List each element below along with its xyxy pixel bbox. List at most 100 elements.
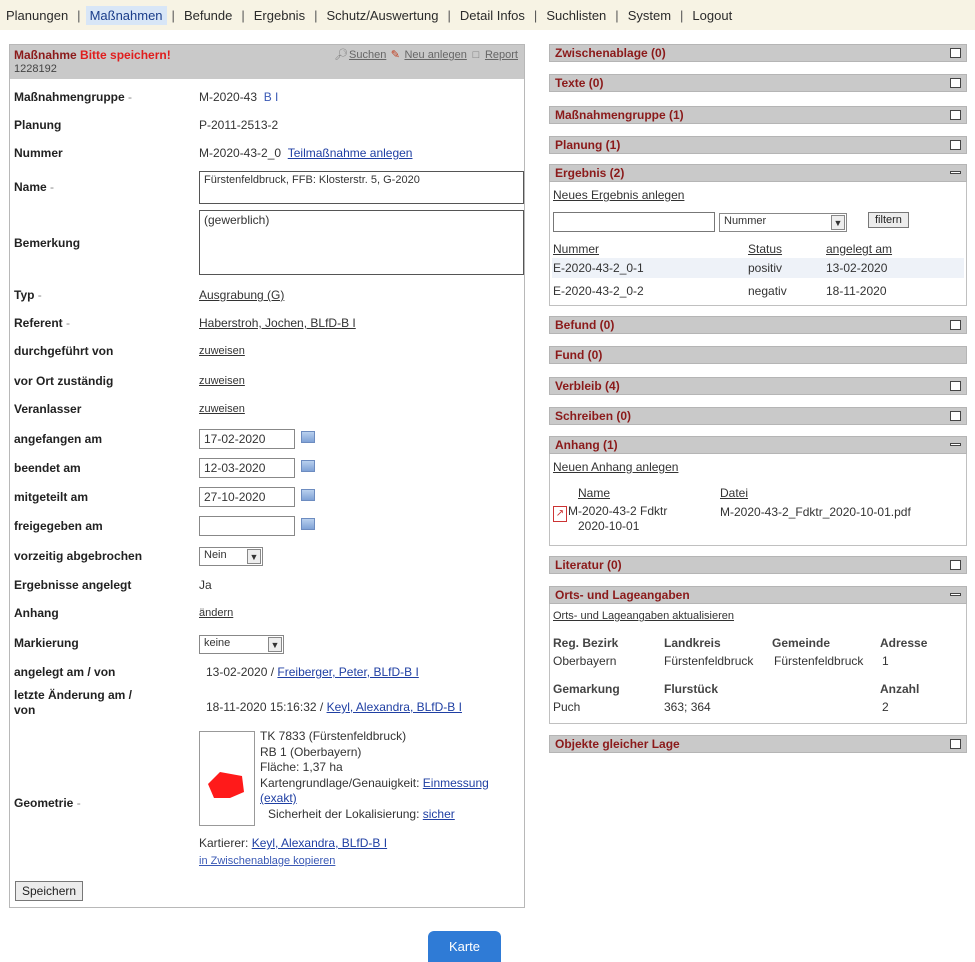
referent-value[interactable]: Haberstroh, Jochen, BLfD-B I (199, 316, 356, 330)
typ-value[interactable]: Ausgrabung (G) (199, 288, 284, 302)
letzte-date: 18-11-2020 15:16:32 / (206, 700, 324, 714)
expand-icon[interactable] (950, 78, 961, 88)
nav-suchlisten[interactable]: Suchlisten (542, 6, 610, 25)
table-row[interactable]: E-2020-43-2_0-1 positiv 13-02-2020 (552, 258, 964, 278)
mitgeteilt-date-input[interactable]: 27-10-2020 (199, 487, 295, 507)
nav-planungen[interactable]: Planungen (2, 6, 72, 25)
panel-befund[interactable]: Befund (0) (549, 316, 967, 334)
teilmassnahme-link[interactable]: Teilmaßnahme anlegen (288, 146, 413, 160)
orts-body: Orts- und Lageangaben aktualisieren Reg.… (549, 604, 967, 724)
panel-ergebnis[interactable]: Ergebnis (2) (549, 164, 967, 182)
bemerkung-field[interactable]: (gewerblich) (199, 210, 524, 275)
top-navigation: Planungen | Maßnahmen | Befunde | Ergebnis |… (0, 0, 975, 30)
row-nummer: Nummer M-2020-43-2_0 Teilmaßnahme anlege… (10, 143, 524, 163)
geo-sicherheit-link[interactable]: sicher (423, 807, 455, 821)
nav-schutz-auswertung[interactable]: Schutz/Auswertung (322, 6, 442, 25)
col-status-header[interactable]: Status (748, 242, 782, 256)
markierung-select[interactable]: keine ▼ (199, 635, 284, 654)
massnahmengruppe-suffix[interactable]: B I (264, 90, 279, 104)
panel-planung[interactable]: Planung (1) (549, 136, 967, 154)
panel-zwischenablage[interactable]: Zwischenablage (0) (549, 44, 967, 62)
geo-karten-link-2[interactable]: (exakt) (260, 791, 297, 805)
label-referent: Referent (14, 316, 63, 330)
anhang-aendern-link[interactable]: ändern (199, 607, 233, 619)
nav-logout[interactable]: Logout (688, 6, 736, 25)
letzte-user-link[interactable]: Keyl, Alexandra, BLfD-B I (327, 700, 462, 714)
collapse-icon[interactable] (950, 171, 961, 174)
beendet-date-input[interactable]: 12-03-2020 (199, 458, 295, 478)
col-datei-header[interactable]: Datei (720, 486, 748, 500)
binoculars-icon: 🔎︎ (333, 49, 348, 61)
expand-icon[interactable] (950, 739, 961, 749)
vorort-zuweisen-link[interactable]: zuweisen (199, 375, 245, 387)
adresse-count-link[interactable]: 1 (882, 654, 889, 668)
report-icon: □ (472, 49, 480, 61)
row-angelegt: angelegt am / von 13-02-2020 / Freiberge… (10, 662, 524, 682)
expand-icon[interactable] (950, 140, 961, 150)
panel-schreiben[interactable]: Schreiben (0) (549, 407, 967, 425)
collapse-icon[interactable] (950, 443, 961, 446)
nav-massnahmen[interactable]: Maßnahmen (85, 5, 167, 25)
geo-karten-link[interactable]: Einmessung (423, 776, 489, 790)
durchgefuehrt-zuweisen-link[interactable]: zuweisen (199, 345, 245, 357)
veranlasser-zuweisen-link[interactable]: zuweisen (199, 403, 245, 415)
panel-objekte-gleicher-lage[interactable]: Objekte gleicher Lage (549, 735, 967, 753)
collapse-icon[interactable] (950, 593, 961, 596)
panel-literatur[interactable]: Literatur (0) (549, 556, 967, 574)
expand-icon[interactable] (950, 320, 961, 330)
angelegt-user-link[interactable]: Freiberger, Peter, BLfD-B I (277, 665, 418, 679)
expand-icon[interactable] (950, 411, 961, 421)
pdf-icon[interactable]: ↗ (553, 506, 567, 522)
panel-verbleib[interactable]: Verbleib (4) (549, 377, 967, 395)
search-link[interactable]: Suchen (349, 49, 386, 61)
calendar-icon[interactable] (301, 460, 315, 472)
nav-befunde[interactable]: Befunde (180, 6, 236, 25)
geometry-thumbnail[interactable] (199, 731, 255, 826)
new-link[interactable]: Neu anlegen (404, 49, 466, 61)
label-ergebnisse: Ergebnisse angelegt (14, 578, 132, 592)
panel-fund[interactable]: Fund (0) (549, 346, 967, 364)
label-vorzeitig: vorzeitig abgebrochen (14, 549, 143, 563)
update-orts-link[interactable]: Orts- und Lageangaben aktualisieren (553, 610, 734, 622)
calendar-icon[interactable] (301, 489, 315, 501)
planung-value: P-2011-2513-2 (199, 118, 279, 132)
copy-to-clipboard-link[interactable]: in Zwischenablage kopieren (199, 855, 335, 867)
label-vorort: vor Ort zuständig (14, 374, 114, 388)
new-ergebnis-link[interactable]: Neues Ergebnis anlegen (553, 188, 684, 202)
anzahl-link[interactable]: 2 (882, 700, 889, 714)
panel-orts-lageangaben[interactable]: Orts- und Lageangaben (549, 586, 967, 604)
anhang-name-link[interactable]: M-2020-43-2 Fdktr 2020-10-01 (568, 504, 667, 534)
calendar-icon[interactable] (301, 518, 315, 530)
panel-texte[interactable]: Texte (0) (549, 74, 967, 92)
save-button[interactable]: Speichern (15, 881, 84, 901)
col-name-header[interactable]: Name (578, 486, 610, 500)
geo-kartierer-link[interactable]: Keyl, Alexandra, BLfD-B I (252, 836, 387, 850)
expand-icon[interactable] (950, 110, 961, 120)
report-link[interactable]: Report (485, 49, 518, 61)
geo-sicherheit-label: Sicherheit der Lokalisierung: (268, 806, 420, 821)
filter-button[interactable]: filtern (868, 212, 909, 228)
expand-icon[interactable] (950, 48, 961, 58)
ergebnis-filter-select[interactable]: Nummer ▼ (719, 213, 847, 232)
nav-detail-infos[interactable]: Detail Infos (456, 6, 529, 25)
expand-icon[interactable] (950, 381, 961, 391)
karte-button[interactable]: Karte (428, 931, 501, 962)
expand-icon[interactable] (950, 560, 961, 570)
new-anhang-link[interactable]: Neuen Anhang anlegen (553, 460, 678, 474)
col-angelegt-header[interactable]: angelegt am (826, 242, 892, 256)
nav-system[interactable]: System (624, 6, 675, 25)
calendar-icon[interactable] (301, 431, 315, 443)
col-nummer-header[interactable]: Nummer (553, 242, 599, 256)
geo-kartierer-label: Kartierer: (199, 836, 249, 850)
table-row[interactable]: E-2020-43-2_0-2 negativ 18-11-2020 (552, 281, 964, 301)
ergebnis-filter-input[interactable] (553, 212, 715, 232)
panel-anhang[interactable]: Anhang (1) (549, 436, 967, 454)
freigegeben-date-input[interactable] (199, 516, 295, 536)
name-field[interactable]: Fürstenfeldbruck, FFB: Klosterstr. 5, G-… (199, 171, 524, 204)
label-mitgeteilt: mitgeteilt am (14, 490, 89, 504)
label-beendet: beendet am (14, 461, 81, 475)
vorzeitig-select[interactable]: Nein ▼ (199, 547, 263, 566)
panel-massnahmengruppe[interactable]: Maßnahmengruppe (1) (549, 106, 967, 124)
angefangen-date-input[interactable]: 17-02-2020 (199, 429, 295, 449)
nav-ergebnis[interactable]: Ergebnis (250, 6, 309, 25)
